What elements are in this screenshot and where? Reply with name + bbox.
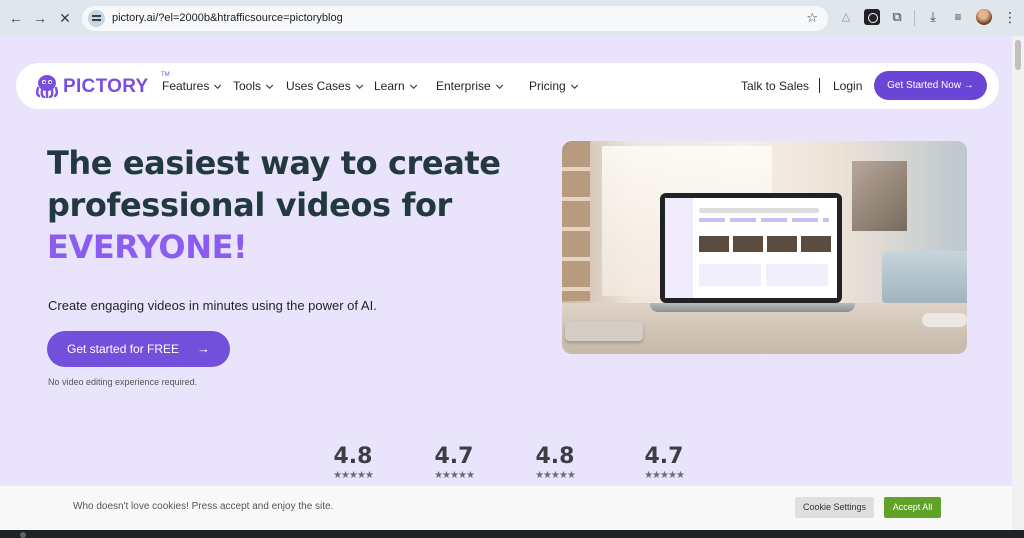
nav-item-label: Learn <box>374 79 405 93</box>
rating-item: 4.7 ★★★★★ <box>424 444 484 481</box>
app-sidebar <box>665 198 693 298</box>
rating-score: 4.7 <box>644 444 684 469</box>
extension-app-icon[interactable] <box>864 9 880 25</box>
url-text[interactable]: pictory.ai/?el=2000b&htrafficsource=pict… <box>112 12 343 24</box>
laptop-screen <box>665 198 837 298</box>
rating-item: 4.7 ★★★★★ <box>634 444 694 481</box>
accept-all-button[interactable]: Accept All <box>884 497 941 518</box>
rating-item: 4.8 ★★★★★ <box>323 444 383 481</box>
phone-on-desk <box>565 321 643 341</box>
site-navbar: PICTORY TM Features Tools Uses Cases Lea… <box>16 63 999 109</box>
nav-divider <box>819 78 820 93</box>
sofa <box>882 251 967 306</box>
laptop-base <box>650 303 855 312</box>
talk-to-sales-link[interactable]: Talk to Sales <box>741 79 809 93</box>
hero-title-line-1: The easiest way to create <box>47 144 501 182</box>
nav-item-pricing[interactable]: Pricing <box>529 79 578 93</box>
login-link[interactable]: Login <box>833 79 862 93</box>
get-started-free-button[interactable]: Get started for FREE → <box>47 331 230 367</box>
nav-item-label: Features <box>162 79 210 93</box>
rating-score: 4.8 <box>535 444 575 469</box>
scrollbar-thumb[interactable] <box>1015 40 1021 70</box>
cookie-message: Who doesn't love cookies! Press accept a… <box>73 501 334 512</box>
toolbar-separator <box>914 10 915 26</box>
rating-score: 4.7 <box>434 444 474 469</box>
nav-item-learn[interactable]: Learn <box>374 79 417 93</box>
chevron-down-icon <box>266 81 274 89</box>
rating-score: 4.8 <box>333 444 373 469</box>
chevron-down-icon <box>214 81 222 89</box>
bookshelf <box>562 141 590 301</box>
nav-item-features[interactable]: Features <box>162 79 222 93</box>
octopus-logo-icon <box>36 75 58 98</box>
rating-stars: ★★★★★ <box>434 470 475 481</box>
bookmark-star-icon[interactable]: ☆ <box>806 10 818 26</box>
arrow-right-icon: → <box>197 341 210 356</box>
media-control-icon[interactable]: ≡ <box>950 9 966 25</box>
profile-avatar-icon[interactable] <box>976 9 992 25</box>
hero-title-accent: EVERYONE! <box>47 228 248 266</box>
mouse-on-desk <box>922 313 967 327</box>
site-settings-icon[interactable] <box>88 10 105 27</box>
rating-stars: ★★★★★ <box>535 470 576 481</box>
cookie-settings-button[interactable]: Cookie Settings <box>795 497 874 518</box>
page-scrollbar[interactable] <box>1012 36 1024 530</box>
browser-menu-icon[interactable]: ⋮ <box>1002 9 1018 25</box>
extensions-puzzle-icon[interactable]: ⧉ <box>889 9 905 25</box>
get-started-free-label: Get started for FREE <box>67 342 180 356</box>
app-cards <box>699 264 832 286</box>
laptop <box>660 193 842 303</box>
hero-title-line-2: professional videos for <box>47 186 452 224</box>
nav-item-label: Pricing <box>529 79 566 93</box>
extension-triangle-icon[interactable]: △ <box>838 9 854 25</box>
chevron-down-icon <box>495 81 503 89</box>
hero-laptop-image <box>562 141 967 354</box>
hero-title: The easiest way to create professional v… <box>47 142 527 268</box>
nav-item-uses-cases[interactable]: Uses Cases <box>286 79 363 93</box>
cookie-consent-bar: Who doesn't love cookies! Press accept a… <box>0 486 1012 530</box>
nav-item-label: Enterprise <box>436 79 491 93</box>
brand-wordmark: PICTORY <box>63 76 149 97</box>
chevron-down-icon <box>409 81 417 89</box>
address-bar[interactable]: pictory.ai/?el=2000b&htrafficsource=pict… <box>82 6 828 31</box>
rating-stars: ★★★★★ <box>644 470 685 481</box>
app-chips <box>699 218 829 222</box>
chevron-down-icon <box>355 81 363 89</box>
app-video-thumbnails <box>699 236 832 252</box>
nav-item-tools[interactable]: Tools <box>233 79 274 93</box>
browser-toolbar: ← → ✕ pictory.ai/?el=2000b&htrafficsourc… <box>0 0 1024 36</box>
no-experience-note: No video editing experience required. <box>48 377 198 387</box>
back-arrow-icon[interactable]: ← <box>6 8 26 28</box>
rating-item: 4.8 ★★★★★ <box>525 444 585 481</box>
hero-subtitle: Create engaging videos in minutes using … <box>48 298 377 313</box>
rating-stars: ★★★★★ <box>333 470 374 481</box>
download-icon[interactable]: ⤓ <box>925 9 941 25</box>
trademark-mark: TM <box>161 72 170 78</box>
chevron-down-icon <box>570 81 578 89</box>
nav-item-label: Uses Cases <box>286 79 351 93</box>
app-search-bar <box>699 208 819 213</box>
os-taskbar-edge <box>0 530 1024 538</box>
get-started-now-button[interactable]: Get Started Now → <box>874 71 987 100</box>
nav-item-label: Tools <box>233 79 262 93</box>
forward-arrow-icon[interactable]: → <box>30 8 50 28</box>
stop-loading-icon[interactable]: ✕ <box>55 8 75 28</box>
nav-item-enterprise[interactable]: Enterprise <box>436 79 503 93</box>
wall-art <box>852 161 907 231</box>
